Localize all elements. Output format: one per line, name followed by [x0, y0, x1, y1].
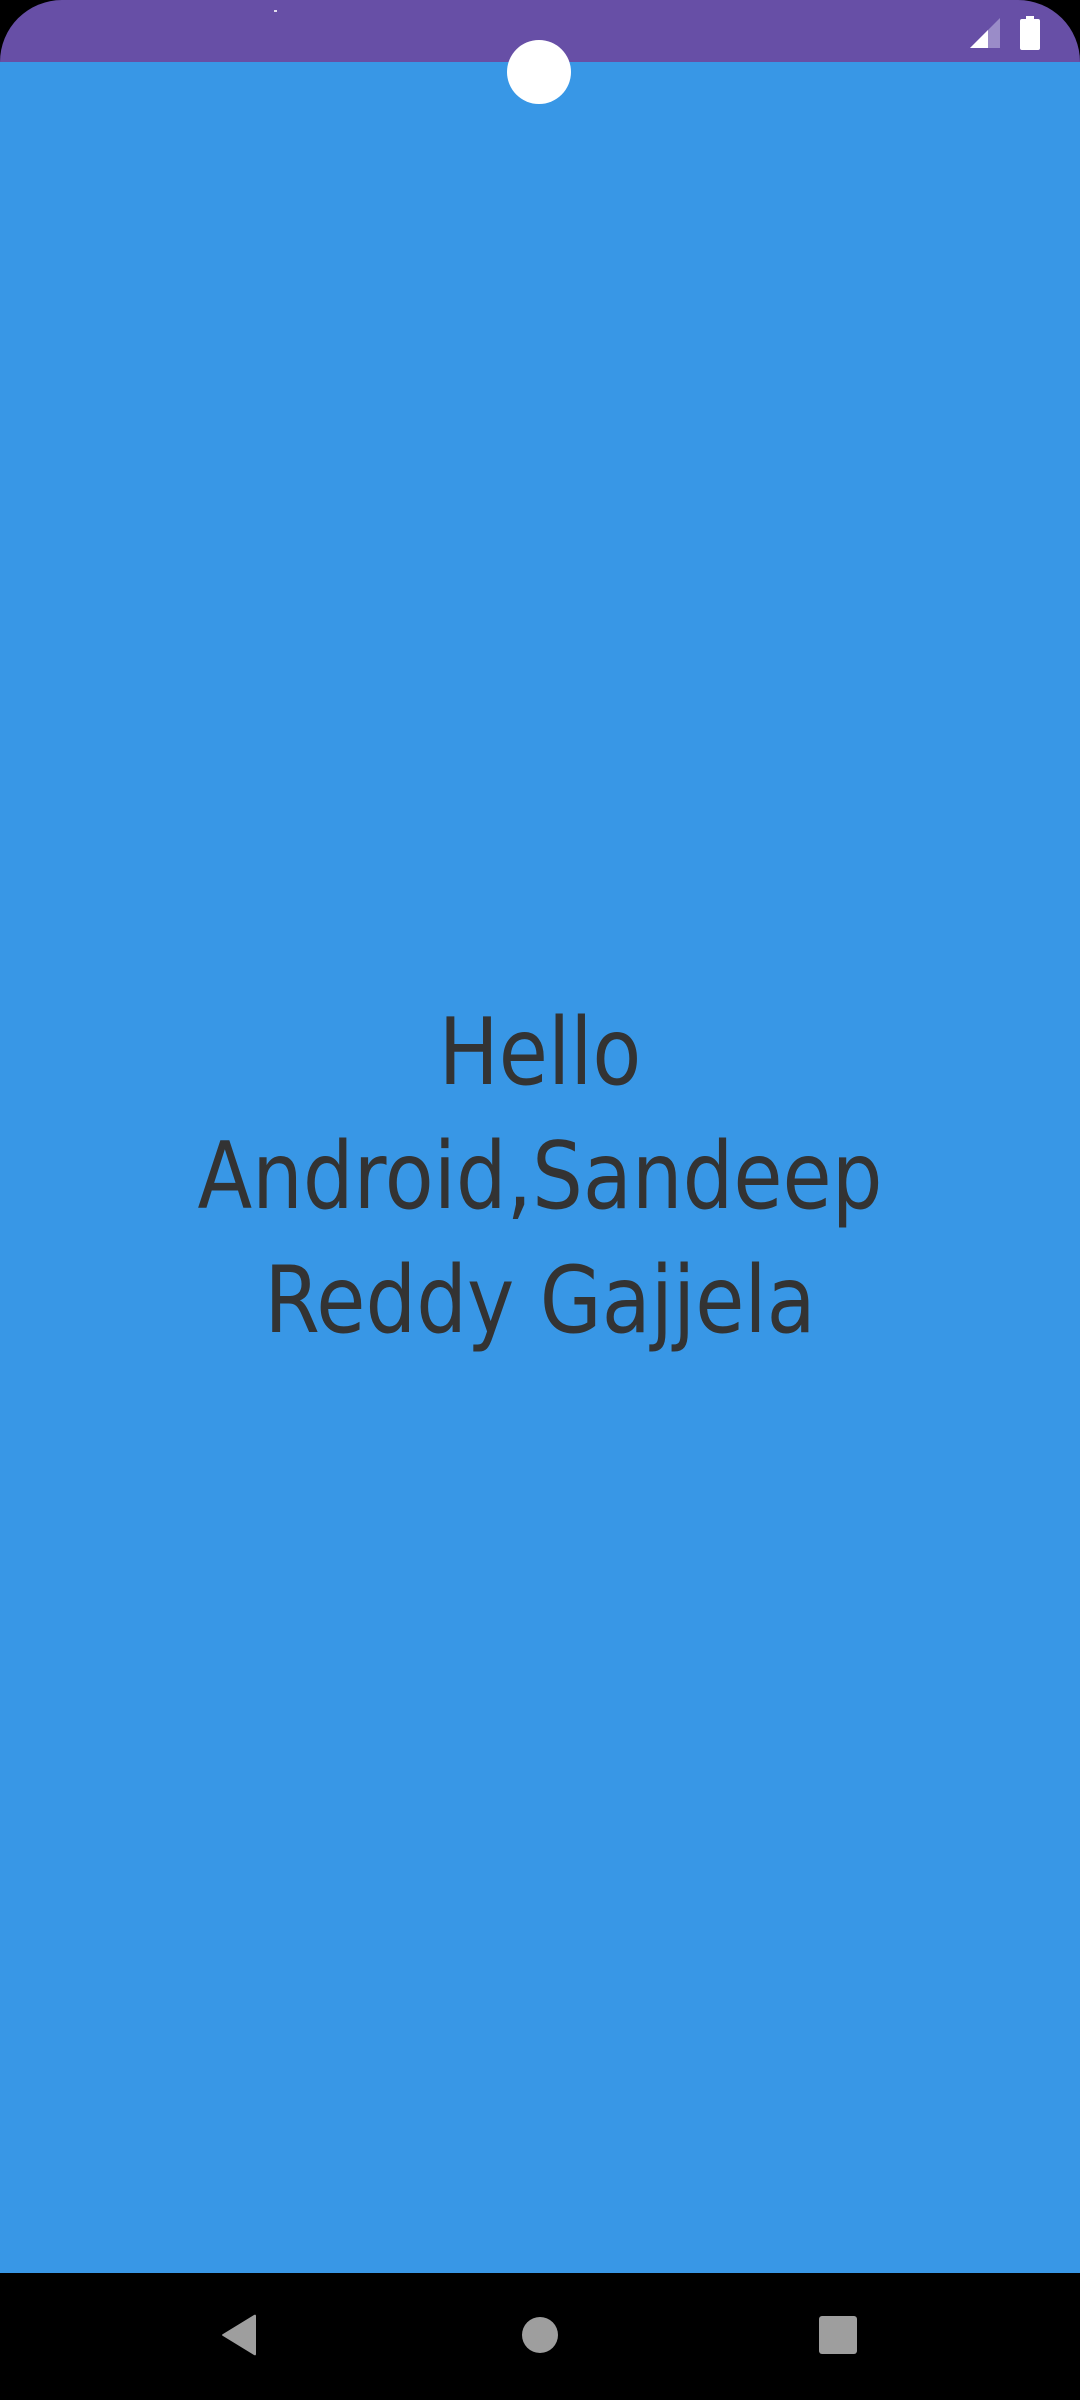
home-button[interactable]	[514, 2311, 566, 2363]
back-icon	[220, 2313, 260, 2362]
home-icon	[521, 2316, 559, 2359]
signal-icon	[968, 16, 1002, 50]
battery-icon	[1020, 16, 1040, 50]
notification-dot	[274, 10, 277, 12]
camera-cutout	[507, 40, 571, 104]
main-content: Hello Android,Sandeep Reddy Gajjela	[0, 62, 1080, 2273]
phone-screen: Hello Android,Sandeep Reddy Gajjela	[0, 0, 1080, 2400]
recents-icon	[818, 2315, 858, 2360]
navigation-bar	[0, 2273, 1080, 2400]
status-icons	[968, 14, 1040, 50]
greeting-text: Hello Android,Sandeep Reddy Gajjela	[197, 997, 883, 1354]
back-button[interactable]	[214, 2311, 266, 2363]
recents-button[interactable]	[812, 2311, 864, 2363]
